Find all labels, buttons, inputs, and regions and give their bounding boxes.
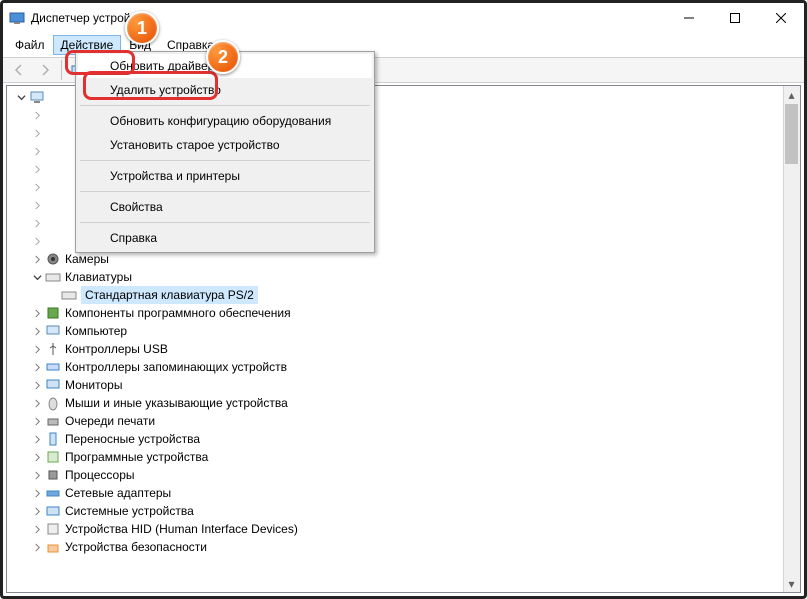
menu-help[interactable]: Справка [78,226,372,250]
menu-separator [80,160,370,161]
firmware-icon [45,449,61,465]
tree-item-usb[interactable]: Контроллеры USB [9,340,800,358]
menu-file[interactable]: Файл [7,35,53,55]
chevron-right-icon[interactable] [29,431,45,447]
chevron-right-icon[interactable] [29,485,45,501]
system-icon [45,503,61,519]
chevron-right-icon[interactable] [29,305,45,321]
chevron-right-icon[interactable] [29,449,45,465]
tree-item-print-queues[interactable]: Очереди печати [9,412,800,430]
monitor-icon [45,377,61,393]
app-icon [9,10,25,26]
action-menu-dropdown: Обновить драйвер Удалить устройство Обно… [75,51,375,253]
chevron-right-icon[interactable] [29,215,45,231]
computer-icon [29,89,45,105]
usb-icon [45,341,61,357]
device-icon [45,107,61,123]
chevron-right-icon[interactable] [29,503,45,519]
chevron-right-icon[interactable] [29,413,45,429]
security-icon [45,539,61,555]
chevron-right-icon[interactable] [29,341,45,357]
menu-separator [80,191,370,192]
chevron-right-icon[interactable] [29,539,45,555]
device-icon [45,215,61,231]
chevron-right-icon[interactable] [29,467,45,483]
mouse-icon [45,395,61,411]
tree-item-network[interactable]: Сетевые адаптеры [9,484,800,502]
component-icon [45,305,61,321]
chevron-right-icon[interactable] [29,251,45,267]
chevron-right-icon[interactable] [29,179,45,195]
device-icon [45,143,61,159]
chevron-right-icon[interactable] [29,233,45,249]
tree-item-portable[interactable]: Переносные устройства [9,430,800,448]
chevron-right-icon[interactable] [29,197,45,213]
tree-item-mice[interactable]: Мыши и иные указывающие устройства [9,394,800,412]
storage-icon [45,359,61,375]
close-button[interactable] [758,3,804,33]
portable-icon [45,431,61,447]
chevron-right-icon[interactable] [29,377,45,393]
tree-item-keyboards[interactable]: Клавиатуры [9,268,800,286]
menu-add-legacy[interactable]: Установить старое устройство [78,133,372,157]
chevron-down-icon[interactable] [13,89,29,105]
titlebar: Диспетчер устройств [3,3,804,33]
chevron-right-icon[interactable] [29,107,45,123]
menu-separator [80,105,370,106]
menu-uninstall-device[interactable]: Удалить устройство [78,78,372,102]
chevron-right-icon[interactable] [29,125,45,141]
device-icon [45,161,61,177]
tree-item-computer[interactable]: Компьютер [9,322,800,340]
computer-icon [45,323,61,339]
tree-item-monitors[interactable]: Мониторы [9,376,800,394]
chevron-right-icon[interactable] [29,143,45,159]
tree-item-storage[interactable]: Контроллеры запоминающих устройств [9,358,800,376]
tree-item-security[interactable]: Устройства безопасности [9,538,800,556]
window-controls [666,3,804,33]
scroll-down-arrow[interactable]: ▾ [783,575,800,592]
tree-item-processors[interactable]: Процессоры [9,466,800,484]
device-icon [45,233,61,249]
printer-icon [45,413,61,429]
hid-icon [45,521,61,537]
chevron-right-icon[interactable] [29,521,45,537]
device-manager-window: Диспетчер устройств Файл Действие Вид Сп… [0,0,807,599]
tree-item-hid[interactable]: Устройства HID (Human Interface Devices) [9,520,800,538]
minimize-button[interactable] [666,3,712,33]
vertical-scrollbar[interactable]: ▴ ▾ [783,86,800,592]
callout-badge-2: 2 [206,40,240,74]
keyboard-icon [61,287,77,303]
scroll-thumb[interactable] [785,104,798,164]
menu-scan-hardware[interactable]: Обновить конфигурацию оборудования [78,109,372,133]
device-icon [45,125,61,141]
chevron-right-icon[interactable] [29,161,45,177]
scroll-up-arrow[interactable]: ▴ [783,86,800,103]
tree-item-firmware[interactable]: Программные устройства [9,448,800,466]
cpu-icon [45,467,61,483]
menu-separator [80,222,370,223]
menu-properties[interactable]: Свойства [78,195,372,219]
chevron-down-icon[interactable] [29,269,45,285]
callout-badge-1: 1 [125,11,159,45]
chevron-right-icon[interactable] [29,359,45,375]
keyboard-icon [45,269,61,285]
menu-devices-printers[interactable]: Устройства и принтеры [78,164,372,188]
tree-item-software-components[interactable]: Компоненты программного обеспечения [9,304,800,322]
tb-back[interactable] [7,59,31,81]
tb-forward[interactable] [33,59,57,81]
device-icon [45,197,61,213]
device-icon [45,179,61,195]
chevron-right-icon[interactable] [29,323,45,339]
camera-icon [45,251,61,267]
tree-item-system[interactable]: Системные устройства [9,502,800,520]
maximize-button[interactable] [712,3,758,33]
chevron-right-icon[interactable] [29,395,45,411]
network-icon [45,485,61,501]
tree-item-ps2-keyboard[interactable]: Стандартная клавиатура PS/2 [9,286,800,304]
